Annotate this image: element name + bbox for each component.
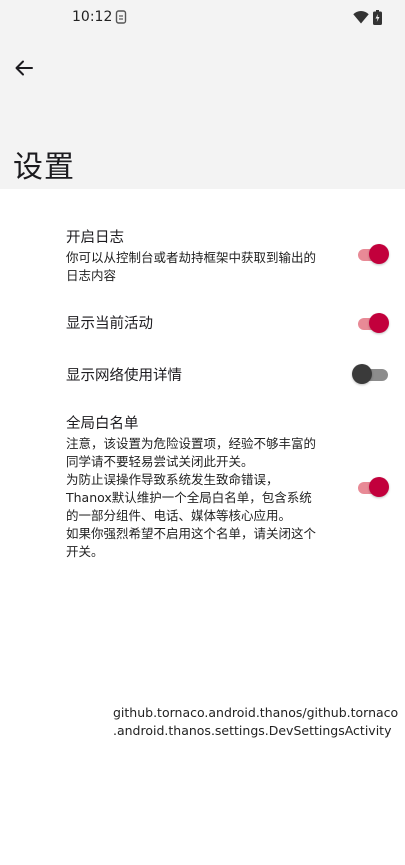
setting-title: 显示网络使用详情 — [66, 368, 182, 384]
show-network-usage-switch[interactable] — [352, 364, 388, 386]
setting-text: 显示当前活动 — [66, 314, 153, 334]
sim-card-icon — [115, 10, 127, 24]
arrow-left-icon — [15, 60, 33, 76]
back-button[interactable] — [8, 52, 40, 84]
wifi-icon — [353, 11, 369, 24]
setting-title: 全局白名单 — [66, 416, 139, 432]
status-time: 10:12 — [72, 9, 113, 25]
setting-title: 显示当前活动 — [66, 316, 153, 332]
setting-show-current-activity[interactable]: 显示当前活动 — [0, 313, 405, 336]
setting-summary: 注意，该设置为危险设置项，经验不够丰富的 同学请不要轻易尝试关闭此开关。 为防止… — [66, 436, 317, 559]
show-current-activity-switch[interactable] — [358, 313, 389, 335]
setting-text: 显示网络使用详情 — [66, 366, 182, 386]
setting-title: 开启日志 — [66, 230, 124, 246]
switch-thumb — [369, 244, 389, 264]
enable-log-switch[interactable] — [358, 244, 389, 266]
setting-enable-log[interactable]: 开启日志 你可以从控制台或者劫持框架中获取到输出的 日志内容 — [0, 228, 405, 286]
setting-text: 全局白名单 注意，该设置为危险设置项，经验不够丰富的 同学请不要轻易尝试关闭此开… — [66, 414, 316, 561]
status-bar: 10:12 — [0, 0, 405, 38]
activity-name-label: github.tornaco.android.thanos/github.tor… — [113, 705, 399, 738]
page-title: 设置 — [13, 150, 75, 185]
app-bar: 设置 — [0, 38, 405, 189]
switch-thumb — [369, 313, 389, 333]
global-whitelist-switch[interactable] — [358, 477, 389, 499]
setting-global-whitelist[interactable]: 全局白名单 注意，该设置为危险设置项，经验不够丰富的 同学请不要轻易尝试关闭此开… — [0, 414, 405, 564]
switch-thumb — [369, 477, 389, 497]
setting-summary: 你可以从控制台或者劫持框架中获取到输出的 日志内容 — [66, 250, 317, 283]
battery-icon — [373, 10, 382, 25]
switch-thumb — [352, 364, 372, 384]
setting-text: 开启日志 你可以从控制台或者劫持框架中获取到输出的 日志内容 — [66, 228, 316, 285]
setting-show-network-usage[interactable]: 显示网络使用详情 — [0, 364, 405, 388]
